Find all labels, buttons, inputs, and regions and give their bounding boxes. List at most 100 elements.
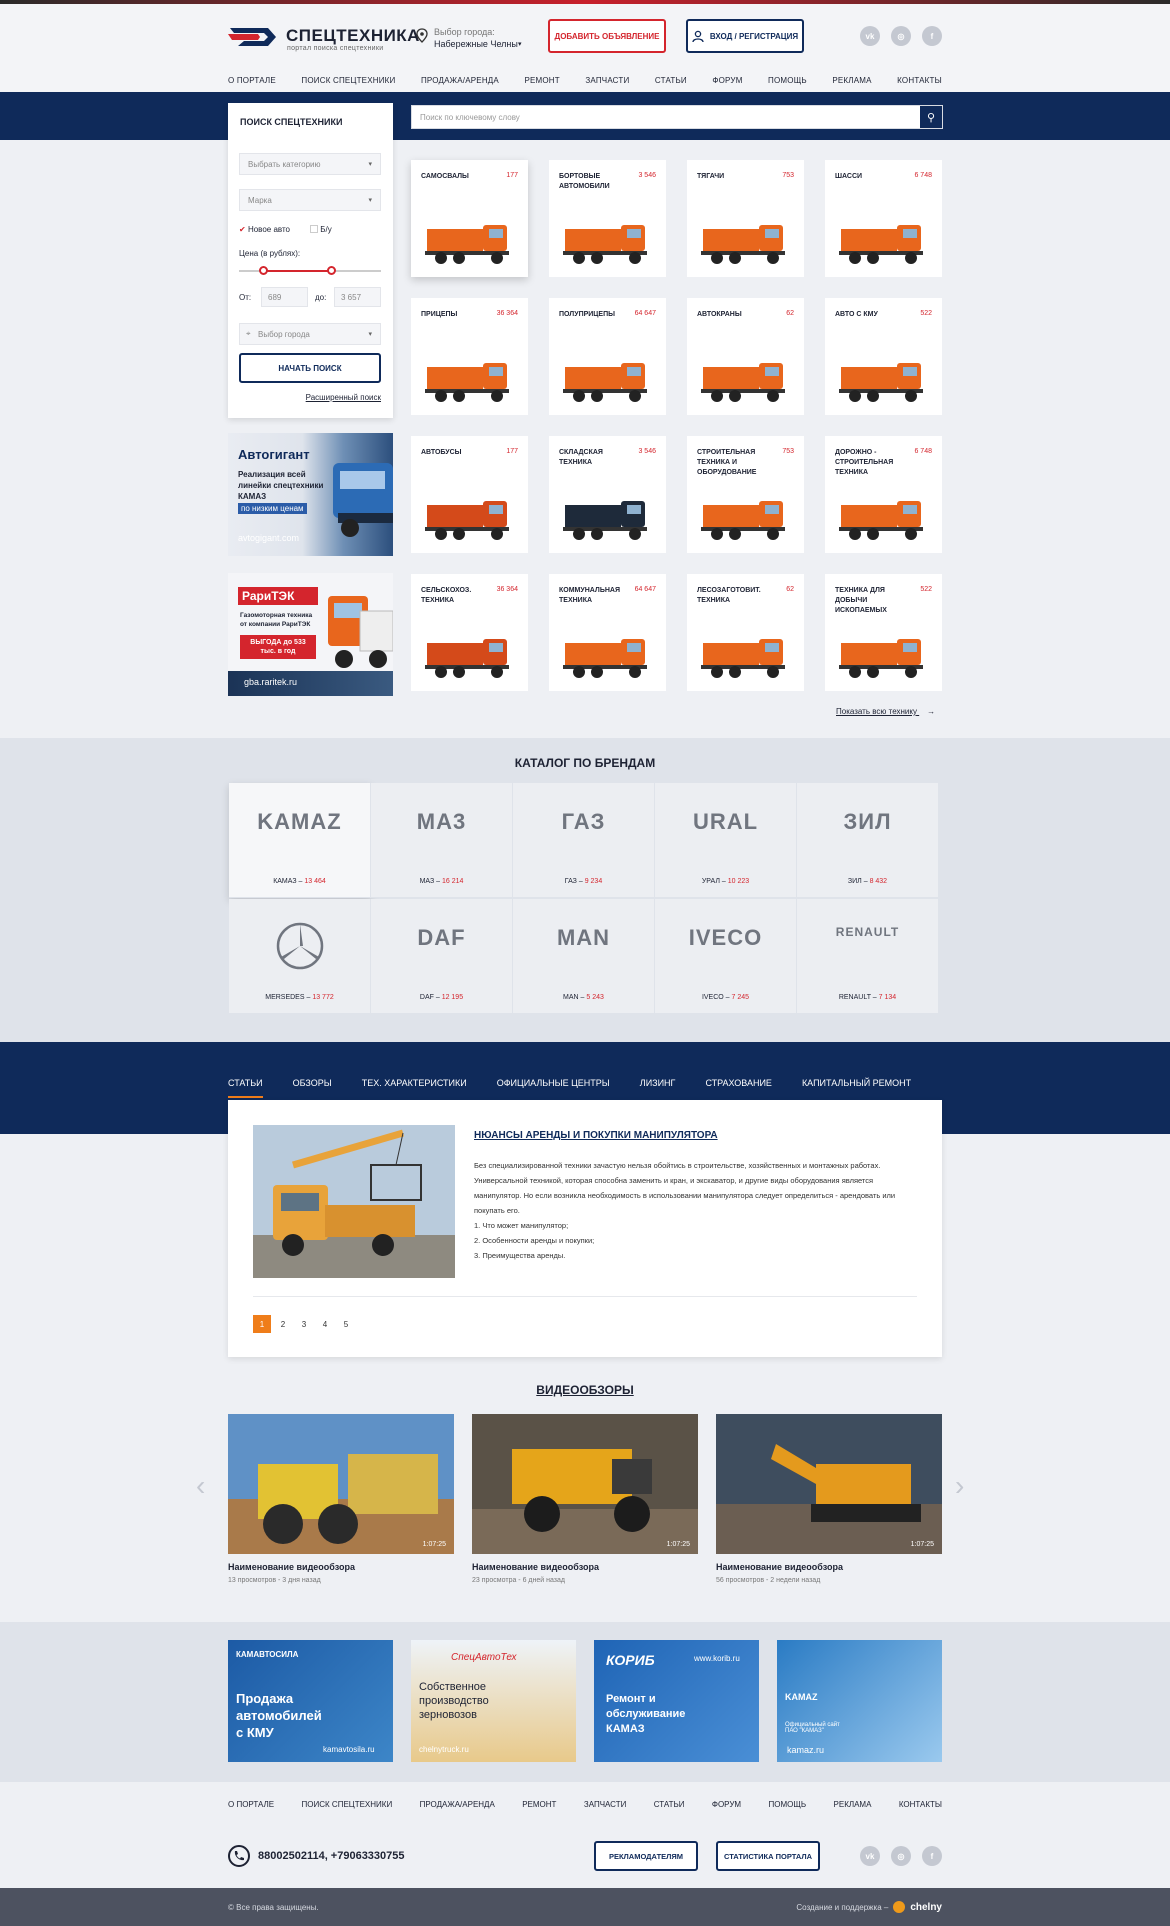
- nav-item-ads[interactable]: Реклама: [832, 76, 871, 90]
- video-title[interactable]: Наименование видеообзора: [716, 1562, 942, 1572]
- vk-icon[interactable]: vk: [860, 26, 880, 46]
- footer-nav-ads[interactable]: Реклама: [834, 1800, 872, 1809]
- ad-korib[interactable]: КОРИБ www.korib.ru Ремонт и обслуживание…: [594, 1640, 759, 1762]
- category-tile[interactable]: Самосвалы 177: [411, 160, 528, 277]
- nav-item-articles[interactable]: Статьи: [655, 76, 687, 90]
- category-tile[interactable]: Автокраны 62: [687, 298, 804, 415]
- category-tile[interactable]: Лесозаготовит. техника 62: [687, 574, 804, 691]
- advertisers-button[interactable]: Рекламодателям: [594, 1841, 698, 1871]
- category-tile[interactable]: Авто с КМУ 522: [825, 298, 942, 415]
- brand-card[interactable]: MAN MAN – 5 243: [513, 899, 655, 1014]
- instagram-icon[interactable]: ◎: [891, 26, 911, 46]
- category-tile[interactable]: Дорожно - строительная техника 6 748: [825, 436, 942, 553]
- nav-item-about[interactable]: О портале: [228, 76, 276, 90]
- ad-kamaz[interactable]: KAMAZ Официальный сайт ПАО "КАМАЗ" kamaz…: [777, 1640, 942, 1762]
- footer-phone[interactable]: 88002502114, +79063330755: [228, 1845, 405, 1867]
- used-checkbox[interactable]: Б/у: [310, 225, 332, 234]
- footer-nav-parts[interactable]: Запчасти: [584, 1800, 626, 1809]
- video-thumbnail[interactable]: 1:07:25: [472, 1414, 698, 1554]
- show-all-link[interactable]: Показать всю технику →: [836, 707, 935, 716]
- nav-item-contacts[interactable]: Контакты: [897, 76, 942, 90]
- page-5[interactable]: 5: [337, 1315, 355, 1333]
- chevron-right-icon[interactable]: ›: [955, 1470, 964, 1502]
- brand-card[interactable]: MA3 МАЗ – 16 214: [371, 783, 513, 898]
- video-thumbnail[interactable]: 1:07:25: [716, 1414, 942, 1554]
- logo[interactable]: СПЕЦТЕХНИКА портал поиска спецтехники: [228, 24, 419, 56]
- article-title[interactable]: Нюансы аренды и покупки манипулятора: [474, 1130, 718, 1141]
- nav-item-parts[interactable]: Запчасти: [585, 76, 629, 90]
- start-search-button[interactable]: Начать поиск: [239, 353, 381, 383]
- category-tile[interactable]: Техника для добычи ископаемых 522: [825, 574, 942, 691]
- brand-select[interactable]: Марка ▾: [239, 189, 381, 211]
- tab-reviews[interactable]: Обзоры: [293, 1078, 332, 1098]
- city-select[interactable]: ⌖ Выбор города ▾: [239, 323, 381, 345]
- article-image[interactable]: [253, 1125, 455, 1278]
- footer-nav-about[interactable]: О портале: [228, 1800, 274, 1809]
- ad-raritek[interactable]: РариТЭК Газомоторная техника от компании…: [228, 573, 393, 696]
- category-tile[interactable]: Складская техника 3 546: [549, 436, 666, 553]
- footer-nav-articles[interactable]: Статьи: [654, 1800, 685, 1809]
- tab-official-centers[interactable]: Официальные центры: [497, 1078, 610, 1098]
- instagram-icon[interactable]: ◎: [891, 1846, 911, 1866]
- category-tile[interactable]: Полуприцепы 64 647: [549, 298, 666, 415]
- price-from-input[interactable]: 689: [261, 287, 308, 307]
- category-tile[interactable]: Коммунальная техника 64 647: [549, 574, 666, 691]
- category-select[interactable]: Выбрать категорию ▾: [239, 153, 381, 175]
- price-slider-min-handle[interactable]: [259, 266, 268, 275]
- page-3[interactable]: 3: [295, 1315, 313, 1333]
- category-tile[interactable]: Бортовые автомобили 3 546: [549, 160, 666, 277]
- ad-kamavtosila[interactable]: КАМАВТОСИЛА Продажа автомобилей с КМУ ka…: [228, 1640, 393, 1762]
- tab-articles[interactable]: Статьи: [228, 1078, 263, 1098]
- brand-card[interactable]: ЗИЛ ЗИЛ – 8 432: [797, 783, 939, 898]
- nav-item-repair[interactable]: Ремонт: [524, 76, 559, 90]
- category-tile[interactable]: Прицепы 36 364: [411, 298, 528, 415]
- tab-overhaul[interactable]: Капитальный ремонт: [802, 1078, 911, 1098]
- chevron-left-icon[interactable]: ‹: [196, 1470, 205, 1502]
- login-button[interactable]: Вход / регистрация: [686, 19, 804, 53]
- page-2[interactable]: 2: [274, 1315, 292, 1333]
- vk-icon[interactable]: vk: [860, 1846, 880, 1866]
- category-tile[interactable]: Сельскохоз. техника 36 364: [411, 574, 528, 691]
- video-card[interactable]: 1:07:25 Наименование видеообзора 56 прос…: [716, 1414, 942, 1584]
- facebook-icon[interactable]: f: [922, 1846, 942, 1866]
- new-checkbox[interactable]: ✔ Новое авто: [239, 225, 290, 234]
- add-listing-button[interactable]: Добавить объявление: [548, 19, 666, 53]
- nav-item-search[interactable]: Поиск спецтехники: [301, 76, 395, 90]
- footer-nav-repair[interactable]: Ремонт: [522, 1800, 556, 1809]
- developer-credit[interactable]: Создание и поддержка – chelny: [796, 1901, 942, 1913]
- footer-nav-help[interactable]: Помощь: [769, 1800, 807, 1809]
- video-title[interactable]: Наименование видеообзора: [228, 1562, 454, 1572]
- page-1[interactable]: 1: [253, 1315, 271, 1333]
- brand-card[interactable]: IVECO IVECO – 7 245: [655, 899, 797, 1014]
- footer-nav-search[interactable]: Поиск спецтехники: [302, 1800, 393, 1809]
- ad-spetsavtotekh[interactable]: СпецАвтоТех Собственное производство зер…: [411, 1640, 576, 1762]
- keyword-search-input[interactable]: Поиск по ключевому слову ⚲: [411, 105, 943, 129]
- brand-card[interactable]: MERSEDES – 13 772: [229, 899, 371, 1014]
- tab-insurance[interactable]: Страхование: [705, 1078, 772, 1098]
- video-thumbnail[interactable]: 1:07:25: [228, 1414, 454, 1554]
- footer-nav-contacts[interactable]: Контакты: [899, 1800, 942, 1809]
- video-title[interactable]: Наименование видеообзора: [472, 1562, 698, 1572]
- page-4[interactable]: 4: [316, 1315, 334, 1333]
- category-tile[interactable]: Шасси 6 748: [825, 160, 942, 277]
- brand-card[interactable]: URAL УРАЛ – 10 223: [655, 783, 797, 898]
- nav-item-forum[interactable]: Форум: [712, 76, 742, 90]
- search-icon[interactable]: ⚲: [920, 106, 942, 128]
- ad-avtogigant[interactable]: Автогигант Реализация всей линейки спецт…: [228, 433, 393, 556]
- footer-nav-forum[interactable]: Форум: [712, 1800, 741, 1809]
- nav-item-help[interactable]: Помощь: [768, 76, 807, 90]
- footer-nav-sale[interactable]: Продажа/аренда: [420, 1800, 495, 1809]
- category-tile[interactable]: Тягачи 753: [687, 160, 804, 277]
- city-selector[interactable]: Выбор города: Набережные Челны ▾: [414, 24, 524, 54]
- brand-card[interactable]: RENAULT RENAULT – 7 134: [797, 899, 939, 1014]
- portal-stats-button[interactable]: Статистика портала: [716, 1841, 820, 1871]
- tab-leasing[interactable]: Лизинг: [640, 1078, 676, 1098]
- category-tile[interactable]: Строительная техника и оборудование 753: [687, 436, 804, 553]
- tab-specs[interactable]: Тех. характеристики: [362, 1078, 467, 1098]
- brand-card[interactable]: DAF DAF – 12 195: [371, 899, 513, 1014]
- facebook-icon[interactable]: f: [922, 26, 942, 46]
- advanced-search-link[interactable]: Расширенный поиск: [306, 393, 381, 402]
- price-slider-max-handle[interactable]: [327, 266, 336, 275]
- video-card[interactable]: 1:07:25 Наименование видеообзора 23 прос…: [472, 1414, 698, 1584]
- nav-item-sale[interactable]: Продажа/аренда: [421, 76, 499, 90]
